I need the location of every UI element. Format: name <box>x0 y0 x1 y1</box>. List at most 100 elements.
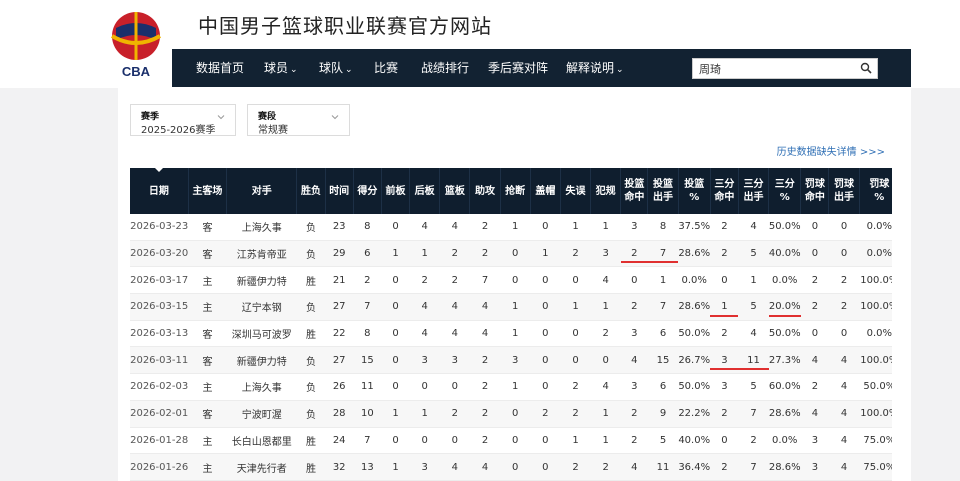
nav-playoffs[interactable]: 季后赛对阵 <box>488 49 548 87</box>
stat-cell: 负 <box>296 373 326 401</box>
column-header[interactable]: 投篮 % <box>678 168 711 214</box>
content-panel: 赛季 2025-2026赛季 赛段 常规赛 历史数据缺失详情 >>> 日期 主客… <box>118 88 911 481</box>
nav-players[interactable]: 球员 ⌄ <box>264 49 298 87</box>
opponent-cell[interactable]: 新疆伊力特 <box>226 346 297 375</box>
search-icon[interactable] <box>860 62 872 74</box>
stat-cell: 22.2% <box>678 400 711 428</box>
stat-cell: 50.0% <box>768 320 801 348</box>
chevron-down-icon <box>331 115 339 120</box>
nav-explanations[interactable]: 解释说明 ⌄ <box>566 49 624 87</box>
column-header[interactable]: 投篮 命中 <box>620 168 649 214</box>
date-cell: 2026-03-17 <box>130 266 189 295</box>
opponent-cell[interactable]: 深圳马可波罗 <box>226 320 297 348</box>
stat-cell: 5 <box>738 293 769 321</box>
column-header[interactable]: 后板 <box>409 168 441 214</box>
stat-cell: 23 <box>325 214 354 241</box>
nav-teams[interactable]: 球队 ⌄ <box>319 49 353 87</box>
stat-cell: 2 <box>710 453 739 481</box>
stat-cell: 0 <box>500 266 531 295</box>
stat-cell: 2 <box>800 266 829 295</box>
site-title: 中国男子篮球职业联赛官方网站 <box>198 14 492 38</box>
stat-cell: 36.4% <box>678 453 711 481</box>
opponent-cell[interactable]: 新疆伊力特 <box>226 266 297 295</box>
column-header[interactable]: 犯规 <box>590 168 622 214</box>
stat-cell: 9 <box>647 400 679 428</box>
stat-cell: 15 <box>647 346 679 375</box>
column-header[interactable]: 主客场 <box>188 168 228 214</box>
stat-cell: 2 <box>710 240 739 268</box>
column-header[interactable]: 篮板 <box>439 168 471 214</box>
stat-cell: 0 <box>590 346 621 375</box>
stage-select[interactable]: 赛段 常规赛 <box>247 104 350 136</box>
search-input[interactable] <box>693 59 853 78</box>
stat-cell: 4 <box>738 214 769 241</box>
stat-cell: 0 <box>560 266 591 295</box>
column-header-date[interactable]: 日期 <box>130 168 189 214</box>
column-header[interactable]: 对手 <box>226 168 298 214</box>
opponent-cell[interactable]: 上海久事 <box>226 214 297 241</box>
table-row: 2026-01-28 主长白山恩都里胜 24 7 0 0 0 2 0 0 1 1 2 5 40.0% 0 2 0.… <box>130 427 892 455</box>
stat-cell: 客 <box>188 346 227 375</box>
stat-cell: 0 <box>500 240 531 268</box>
nav-data-home[interactable]: 数据首页 <box>196 49 244 87</box>
column-header[interactable]: 罚球 出手 <box>828 168 860 214</box>
column-header[interactable]: 罚球 % <box>859 168 892 214</box>
stage-select-value: 常规赛 <box>258 125 288 136</box>
stat-cell: 3 <box>800 427 829 455</box>
column-header[interactable]: 前板 <box>381 168 411 214</box>
stat-cell: 0 <box>800 214 829 241</box>
stat-cell: 0 <box>530 320 561 348</box>
stat-cell: 3 <box>409 453 440 481</box>
stat-cell: 3 <box>800 453 829 481</box>
stat-cell: 1 <box>647 266 679 295</box>
nav-games[interactable]: 比赛 <box>374 49 398 87</box>
opponent-cell[interactable]: 长白山恩都里 <box>226 427 297 455</box>
column-header[interactable]: 罚球 命中 <box>800 168 830 214</box>
site-header: CBA 中国男子篮球职业联赛官方网站 数据首页 球员 ⌄ 球队 ⌄ 比赛 战绩排行 … <box>0 0 960 88</box>
chevron-down-icon: ⌄ <box>290 65 298 75</box>
stat-cell: 2 <box>590 453 621 481</box>
stat-cell: 负 <box>296 346 326 375</box>
stat-cell: 胜 <box>296 266 326 295</box>
opponent-cell[interactable]: 宁波町渥 <box>226 400 297 428</box>
stat-cell: 2 <box>530 400 561 428</box>
stat-cell: 2 <box>828 293 860 321</box>
stat-cell: 7 <box>738 453 769 481</box>
column-header[interactable]: 胜负 <box>296 168 326 214</box>
column-header[interactable]: 时间 <box>325 168 354 214</box>
table-row: 2026-03-11 客新疆伊力特负 27 15 0 3 3 2 3 0 0 0 4 15 26.7% 3 11… <box>130 346 892 375</box>
column-header[interactable]: 得分 <box>353 168 382 214</box>
stat-cell: 11 <box>353 373 382 401</box>
stat-cell: 4 <box>738 320 769 348</box>
column-header[interactable]: 投篮 出手 <box>647 168 679 214</box>
search-box <box>692 58 878 79</box>
column-header[interactable]: 三分 出手 <box>738 168 770 214</box>
stat-cell: 0 <box>710 427 739 455</box>
column-header[interactable]: 失误 <box>560 168 592 214</box>
season-select[interactable]: 赛季 2025-2026赛季 <box>130 104 236 136</box>
stat-cell: 3 <box>590 240 621 268</box>
stat-cell: 7 <box>738 400 769 428</box>
history-missing-data-link[interactable]: 历史数据缺失详情 >>> <box>777 143 885 158</box>
column-header[interactable]: 三分 % <box>768 168 802 214</box>
stat-cell: 2 <box>353 266 382 295</box>
column-header[interactable]: 三分 命中 <box>710 168 739 214</box>
stat-cell: 2 <box>800 293 829 321</box>
column-header[interactable]: 盖帽 <box>530 168 561 214</box>
opponent-cell[interactable]: 天津先行者 <box>226 453 297 481</box>
stat-cell: 0 <box>439 427 470 455</box>
opponent-cell[interactable]: 上海久事 <box>226 373 297 401</box>
cba-logo[interactable]: CBA <box>106 10 166 80</box>
opponent-cell[interactable]: 江苏肯帝亚 <box>226 240 297 268</box>
stat-cell: 1 <box>500 373 531 401</box>
stat-cell: 主 <box>188 266 227 295</box>
column-header[interactable]: 抢断 <box>500 168 531 214</box>
date-cell: 2026-02-03 <box>130 373 189 401</box>
nav-standings[interactable]: 战绩排行 <box>421 49 469 87</box>
stat-cell: 1 <box>560 214 591 241</box>
stat-cell: 2 <box>710 400 739 428</box>
column-header[interactable]: 助攻 <box>469 168 501 214</box>
stat-cell: 1 <box>500 293 531 321</box>
opponent-cell[interactable]: 辽宁本钢 <box>226 293 297 321</box>
stat-cell: 0 <box>800 240 829 268</box>
